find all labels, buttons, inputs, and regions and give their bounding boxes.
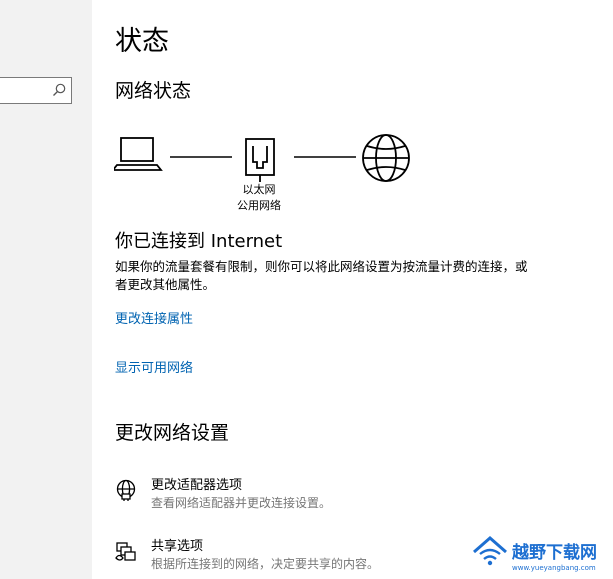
watermark-text: 越野下载网 [511, 542, 597, 563]
adapter-name-label: 以太网 [242, 183, 276, 196]
change-connection-properties-link[interactable]: 更改连接属性 [115, 311, 193, 329]
page-title: 状态 [115, 26, 169, 57]
change-network-settings-heading: 更改网络设置 [115, 422, 230, 444]
wifi-house-icon [473, 536, 507, 566]
sharing-icon[interactable] [115, 541, 137, 563]
connection-status-description: 如果你的流量套餐有限制，则你可以将此网络设置为按流量计费的连接，或者更改其他属性… [115, 259, 528, 292]
show-available-networks-link[interactable]: 显示可用网络 [115, 360, 193, 378]
change-adapter-options-link[interactable]: 更改适配器选项 [151, 477, 242, 495]
network-type-label: 公用网络 [237, 199, 281, 212]
sharing-options-link[interactable]: 共享选项 [151, 538, 203, 556]
watermark-logo: 越野下载网 www.yueyangbang.com [473, 536, 597, 572]
sidebar [0, 0, 92, 579]
connection-status-heading: 你已连接到 Internet [115, 231, 283, 252]
ethernet-port-icon [245, 138, 275, 182]
change-adapter-options-description: 查看网络适配器并更改连接设置。 [151, 496, 332, 510]
sharing-options-description: 根据所连接到的网络，决定要共享的内容。 [151, 557, 380, 571]
search-icon[interactable] [52, 83, 66, 97]
network-status-heading: 网络状态 [115, 80, 192, 102]
laptop-icon [114, 137, 163, 171]
main-content: 状态 网络状态 以太网 公用网络 你已连接到 Internet 如果你的流量套餐… [92, 0, 613, 579]
globe-icon [362, 134, 410, 182]
adapter-globe-icon[interactable] [115, 479, 137, 501]
search-input[interactable] [0, 77, 72, 104]
watermark-url: www.yueyangbang.com [512, 564, 596, 572]
